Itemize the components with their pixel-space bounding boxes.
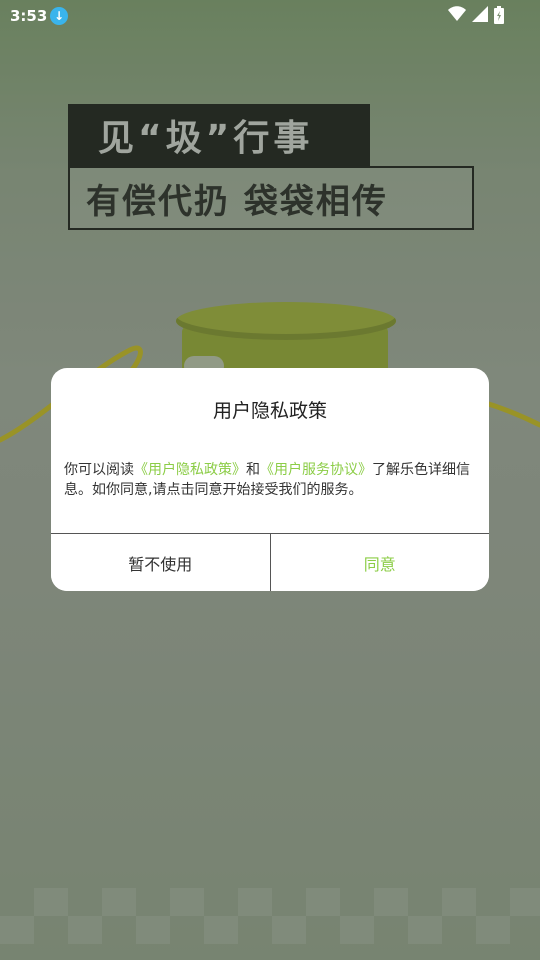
- download-icon: ↓: [50, 7, 68, 25]
- dialog-actions: 暂不使用 同意: [51, 533, 489, 591]
- user-service-agreement-link[interactable]: 《用户服务协议》: [260, 462, 372, 478]
- privacy-policy-link[interactable]: 《用户隐私政策》: [134, 462, 246, 478]
- message-prefix: 你可以阅读: [64, 462, 134, 478]
- dialog-message: 你可以阅读《用户隐私政策》和《用户服务协议》了解乐色详细信息。如你同意,请点击同…: [64, 460, 478, 500]
- cellular-signal-icon: [472, 6, 488, 22]
- battery-icon: [494, 6, 504, 24]
- privacy-policy-dialog: 用户隐私政策 你可以阅读《用户隐私政策》和《用户服务协议》了解乐色详细信息。如你…: [51, 368, 489, 591]
- dialog-title: 用户隐私政策: [212, 400, 327, 422]
- status-bar: 3:53 ↓: [0, 0, 540, 32]
- wifi-icon: [448, 6, 466, 21]
- decline-button[interactable]: 暂不使用: [51, 534, 271, 591]
- agree-button[interactable]: 同意: [270, 534, 489, 591]
- status-time: 3:53: [10, 7, 48, 25]
- message-and: 和: [246, 462, 260, 478]
